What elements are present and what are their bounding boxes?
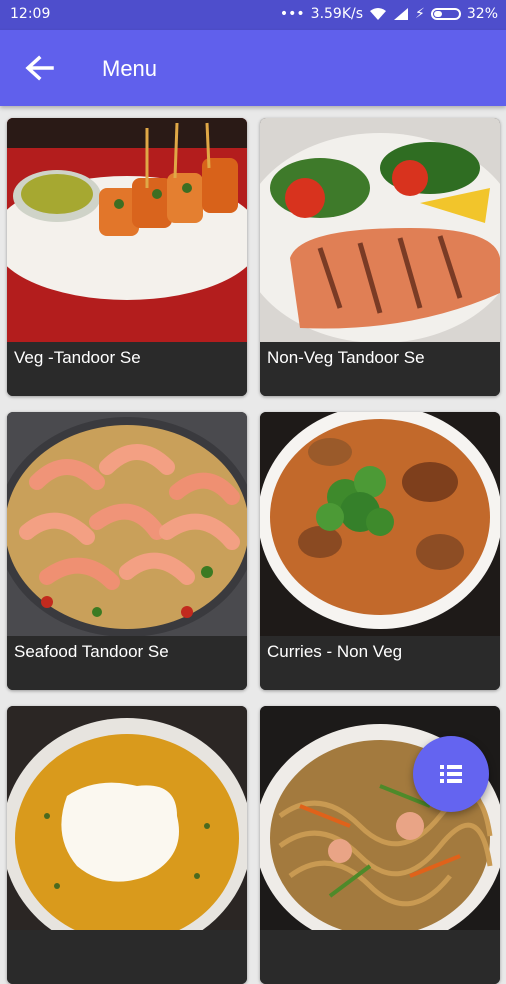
menu-card-nonveg-tandoor[interactable]: Non-Veg Tandoor Se xyxy=(260,118,500,396)
charging-icon: ⚡ xyxy=(415,6,425,22)
menu-card-soup[interactable] xyxy=(7,706,247,984)
paneer-tikka-photo xyxy=(7,118,247,342)
menu-card-label: Seafood Tandoor Se xyxy=(7,636,247,690)
menu-card-label: Non-Veg Tandoor Se xyxy=(260,342,500,396)
shrimp-rice-photo xyxy=(7,412,247,636)
menu-card-label: Veg -Tandoor Se xyxy=(7,342,247,396)
grilled-salmon-photo xyxy=(260,118,500,342)
app-bar: Menu xyxy=(0,30,506,106)
menu-card-label xyxy=(260,930,500,984)
page-title: Menu xyxy=(102,56,158,81)
list-view-fab[interactable] xyxy=(413,736,489,812)
status-icons: ••• 3.59K/s ⚡ 32% xyxy=(280,6,498,22)
network-speed: 3.59K/s xyxy=(310,6,364,22)
wifi-icon xyxy=(370,8,387,20)
status-bar: 12:09 ••• 3.59K/s ⚡ 32% xyxy=(0,0,506,30)
menu-card-label xyxy=(7,930,247,984)
status-time: 12:09 xyxy=(10,6,51,22)
arrow-left-icon xyxy=(25,55,54,81)
yellow-soup-photo xyxy=(7,706,247,930)
battery-percent: 32% xyxy=(466,6,498,22)
battery-icon xyxy=(430,8,461,20)
menu-card-label: Curries - Non Veg xyxy=(260,636,500,690)
menu-card-seafood-tandoor[interactable]: Seafood Tandoor Se xyxy=(7,412,247,690)
menu-card-curries-nonveg[interactable]: Curries - Non Veg xyxy=(260,412,500,690)
menu-card-veg-tandoor[interactable]: Veg -Tandoor Se xyxy=(7,118,247,396)
meat-curry-photo xyxy=(260,412,500,636)
back-button[interactable] xyxy=(22,52,56,84)
list-icon xyxy=(440,765,462,783)
more-dots-icon: ••• xyxy=(279,6,305,22)
signal-icon xyxy=(394,8,409,20)
